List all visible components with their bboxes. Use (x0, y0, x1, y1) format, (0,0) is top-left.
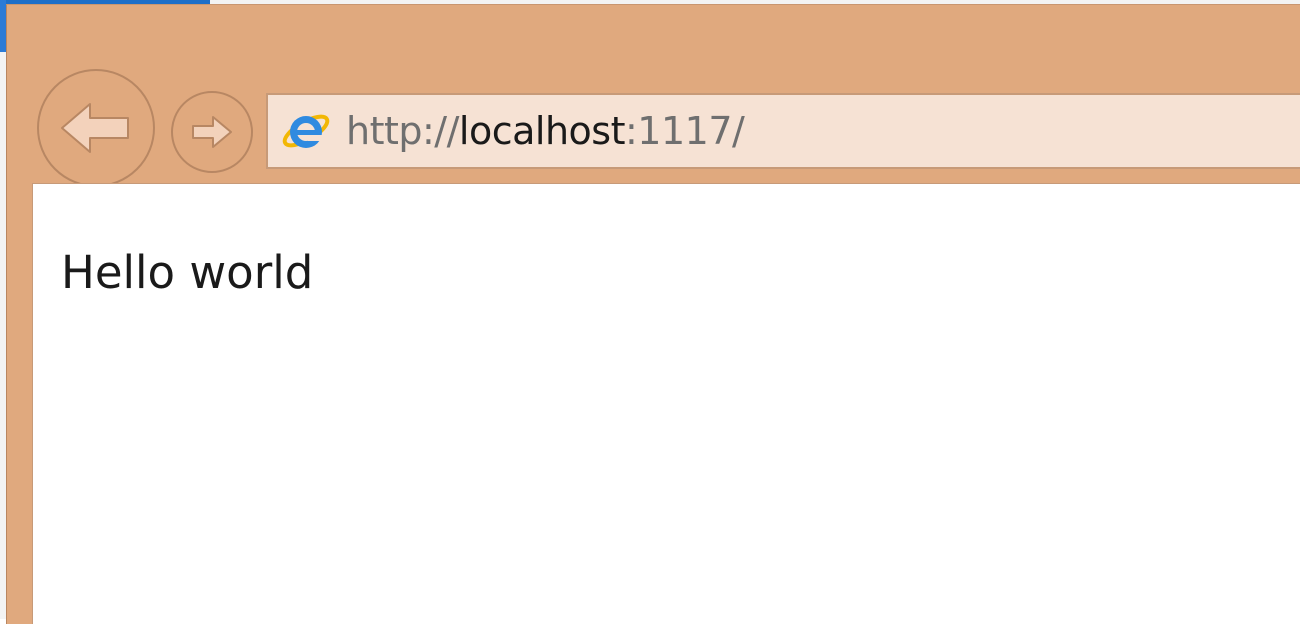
url-port-path: :1117/ (625, 109, 745, 153)
url-scheme: http:// (346, 109, 459, 153)
url-host: localhost (458, 109, 626, 153)
arrow-right-icon (192, 116, 232, 148)
url-text[interactable]: http://localhost:1117/ (346, 109, 745, 153)
back-button[interactable] (37, 69, 155, 187)
address-bar[interactable]: http://localhost:1117/ (266, 93, 1300, 169)
forward-button[interactable] (171, 91, 253, 173)
page-text: Hello world (61, 246, 314, 299)
browser-window: http://localhost:1117/ Hello world (6, 4, 1300, 624)
arrow-left-icon (61, 103, 129, 153)
internet-explorer-icon (280, 105, 332, 157)
page-content: Hello world (32, 183, 1300, 624)
